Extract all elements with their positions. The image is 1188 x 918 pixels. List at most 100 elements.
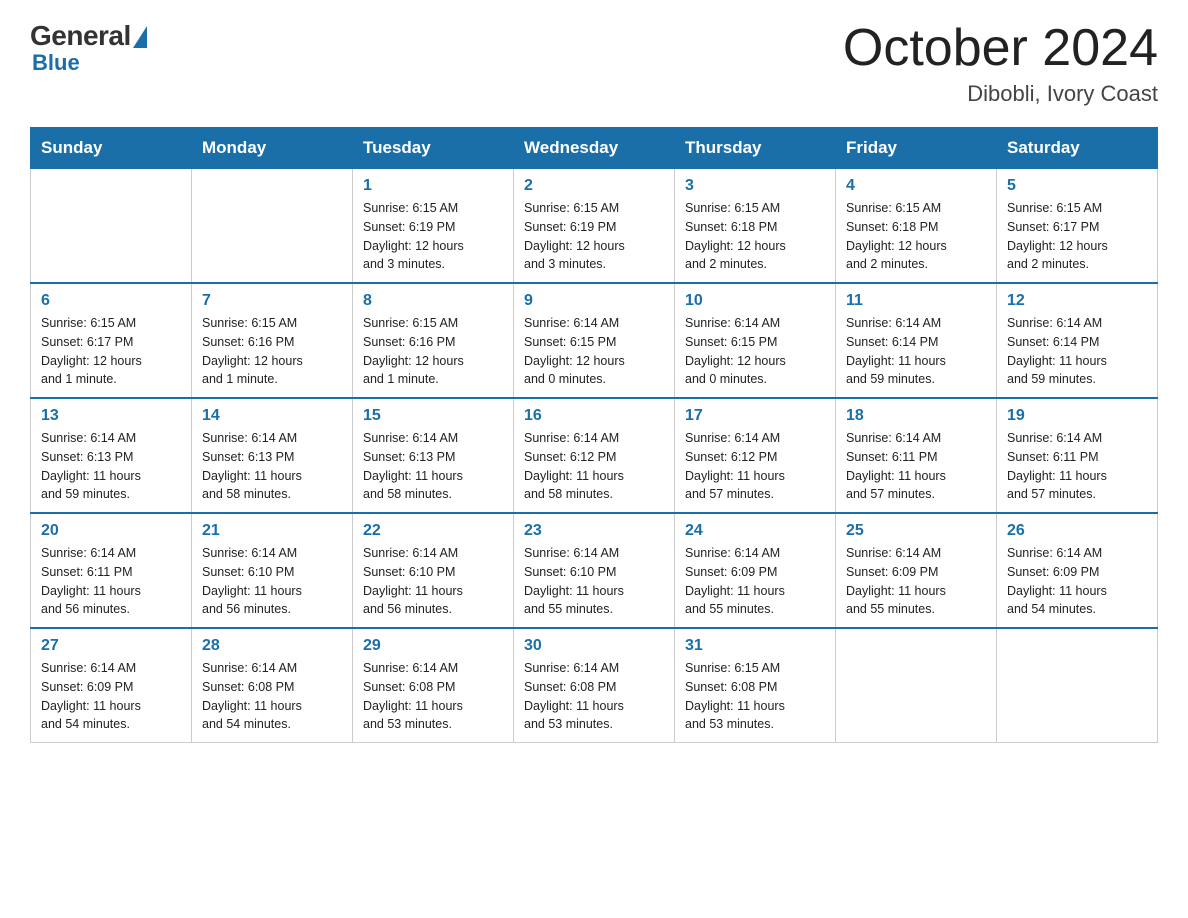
day-number: 30 xyxy=(524,637,664,655)
day-number: 9 xyxy=(524,292,664,310)
calendar-table: SundayMondayTuesdayWednesdayThursdayFrid… xyxy=(30,127,1158,743)
day-info: Sunrise: 6:14 AMSunset: 6:13 PMDaylight:… xyxy=(363,429,503,504)
weekday-header: Sunday xyxy=(31,128,192,169)
calendar-cell: 17 Sunrise: 6:14 AMSunset: 6:12 PMDayligh… xyxy=(675,398,836,513)
calendar-cell: 30 Sunrise: 6:14 AMSunset: 6:08 PMDayligh… xyxy=(514,628,675,743)
day-number: 6 xyxy=(41,292,181,310)
day-number: 17 xyxy=(685,407,825,425)
day-info: Sunrise: 6:14 AMSunset: 6:09 PMDaylight:… xyxy=(41,659,181,734)
day-number: 10 xyxy=(685,292,825,310)
day-number: 11 xyxy=(846,292,986,310)
calendar-cell: 25 Sunrise: 6:14 AMSunset: 6:09 PMDayligh… xyxy=(836,513,997,628)
day-info: Sunrise: 6:14 AMSunset: 6:12 PMDaylight:… xyxy=(524,429,664,504)
calendar-cell: 20Sunrise: 6:14 AMSunset: 6:11 PMDayligh… xyxy=(31,513,192,628)
day-info: Sunrise: 6:15 AMSunset: 6:17 PMDaylight:… xyxy=(41,314,181,389)
weekday-header: Saturday xyxy=(997,128,1158,169)
day-info: Sunrise: 6:15 AMSunset: 6:16 PMDaylight:… xyxy=(202,314,342,389)
calendar-cell: 31 Sunrise: 6:15 AMSunset: 6:08 PMDayligh… xyxy=(675,628,836,743)
day-info: Sunrise: 6:14 AMSunset: 6:09 PMDaylight:… xyxy=(1007,544,1147,619)
day-number: 5 xyxy=(1007,177,1147,195)
calendar-cell xyxy=(192,169,353,284)
day-number: 29 xyxy=(363,637,503,655)
calendar-cell: 16 Sunrise: 6:14 AMSunset: 6:12 PMDayligh… xyxy=(514,398,675,513)
day-number: 24 xyxy=(685,522,825,540)
calendar-cell: 4Sunrise: 6:15 AMSunset: 6:18 PMDaylight… xyxy=(836,169,997,284)
day-info: Sunrise: 6:14 AMSunset: 6:13 PMDaylight:… xyxy=(202,429,342,504)
calendar-cell: 13 Sunrise: 6:14 AMSunset: 6:13 PMDayligh… xyxy=(31,398,192,513)
day-info: Sunrise: 6:14 AMSunset: 6:13 PMDaylight:… xyxy=(41,429,181,504)
day-info: Sunrise: 6:14 AMSunset: 6:14 PMDaylight:… xyxy=(846,314,986,389)
calendar-cell: 6 Sunrise: 6:15 AMSunset: 6:17 PMDaylight… xyxy=(31,283,192,398)
calendar-cell: 26 Sunrise: 6:14 AMSunset: 6:09 PMDayligh… xyxy=(997,513,1158,628)
calendar-cell: 12Sunrise: 6:14 AMSunset: 6:14 PMDayligh… xyxy=(997,283,1158,398)
calendar-cell xyxy=(997,628,1158,743)
title-section: October 2024 Dibobli, Ivory Coast xyxy=(843,20,1158,107)
calendar-week-row: 6 Sunrise: 6:15 AMSunset: 6:17 PMDaylight… xyxy=(31,283,1158,398)
day-number: 4 xyxy=(846,177,986,195)
day-info: Sunrise: 6:14 AMSunset: 6:11 PMDaylight:… xyxy=(1007,429,1147,504)
day-info: Sunrise: 6:14 AMSunset: 6:09 PMDaylight:… xyxy=(685,544,825,619)
calendar-cell: 3 Sunrise: 6:15 AMSunset: 6:18 PMDaylight… xyxy=(675,169,836,284)
day-number: 14 xyxy=(202,407,342,425)
calendar-cell: 8 Sunrise: 6:15 AMSunset: 6:16 PMDaylight… xyxy=(353,283,514,398)
day-number: 22 xyxy=(363,522,503,540)
day-number: 12 xyxy=(1007,292,1147,310)
calendar-cell: 11 Sunrise: 6:14 AMSunset: 6:14 PMDayligh… xyxy=(836,283,997,398)
day-info: Sunrise: 6:14 AMSunset: 6:09 PMDaylight:… xyxy=(846,544,986,619)
day-info: Sunrise: 6:14 AMSunset: 6:08 PMDaylight:… xyxy=(524,659,664,734)
logo: General Blue xyxy=(30,20,147,76)
day-number: 31 xyxy=(685,637,825,655)
day-number: 28 xyxy=(202,637,342,655)
calendar-cell: 21Sunrise: 6:14 AMSunset: 6:10 PMDayligh… xyxy=(192,513,353,628)
logo-blue-text: Blue xyxy=(32,50,80,76)
calendar-cell: 22 Sunrise: 6:14 AMSunset: 6:10 PMDayligh… xyxy=(353,513,514,628)
day-info: Sunrise: 6:14 AMSunset: 6:10 PMDaylight:… xyxy=(363,544,503,619)
day-info: Sunrise: 6:15 AMSunset: 6:16 PMDaylight:… xyxy=(363,314,503,389)
calendar-cell: 2 Sunrise: 6:15 AMSunset: 6:19 PMDaylight… xyxy=(514,169,675,284)
calendar-cell xyxy=(836,628,997,743)
day-info: Sunrise: 6:14 AMSunset: 6:15 PMDaylight:… xyxy=(524,314,664,389)
day-number: 18 xyxy=(846,407,986,425)
calendar-subtitle: Dibobli, Ivory Coast xyxy=(843,81,1158,107)
day-number: 7 xyxy=(202,292,342,310)
day-info: Sunrise: 6:14 AMSunset: 6:12 PMDaylight:… xyxy=(685,429,825,504)
day-number: 16 xyxy=(524,407,664,425)
weekday-header: Thursday xyxy=(675,128,836,169)
calendar-week-row: 13 Sunrise: 6:14 AMSunset: 6:13 PMDayligh… xyxy=(31,398,1158,513)
day-info: Sunrise: 6:15 AMSunset: 6:18 PMDaylight:… xyxy=(685,199,825,274)
calendar-cell: 7 Sunrise: 6:15 AMSunset: 6:16 PMDaylight… xyxy=(192,283,353,398)
calendar-cell: 28 Sunrise: 6:14 AMSunset: 6:08 PMDayligh… xyxy=(192,628,353,743)
calendar-cell: 24 Sunrise: 6:14 AMSunset: 6:09 PMDayligh… xyxy=(675,513,836,628)
day-info: Sunrise: 6:14 AMSunset: 6:08 PMDaylight:… xyxy=(202,659,342,734)
weekday-header: Monday xyxy=(192,128,353,169)
day-info: Sunrise: 6:15 AMSunset: 6:08 PMDaylight:… xyxy=(685,659,825,734)
weekday-header: Wednesday xyxy=(514,128,675,169)
calendar-title: October 2024 xyxy=(843,20,1158,77)
day-info: Sunrise: 6:14 AMSunset: 6:10 PMDaylight:… xyxy=(524,544,664,619)
calendar-cell: 1Sunrise: 6:15 AMSunset: 6:19 PMDaylight… xyxy=(353,169,514,284)
day-number: 25 xyxy=(846,522,986,540)
day-info: Sunrise: 6:14 AMSunset: 6:15 PMDaylight:… xyxy=(685,314,825,389)
day-number: 21 xyxy=(202,522,342,540)
day-number: 2 xyxy=(524,177,664,195)
day-number: 26 xyxy=(1007,522,1147,540)
calendar-week-row: 20Sunrise: 6:14 AMSunset: 6:11 PMDayligh… xyxy=(31,513,1158,628)
day-number: 13 xyxy=(41,407,181,425)
calendar-cell xyxy=(31,169,192,284)
logo-triangle-icon xyxy=(133,26,147,48)
header-row: SundayMondayTuesdayWednesdayThursdayFrid… xyxy=(31,128,1158,169)
day-number: 27 xyxy=(41,637,181,655)
day-info: Sunrise: 6:14 AMSunset: 6:11 PMDaylight:… xyxy=(41,544,181,619)
day-number: 3 xyxy=(685,177,825,195)
calendar-cell: 5Sunrise: 6:15 AMSunset: 6:17 PMDaylight… xyxy=(997,169,1158,284)
weekday-header: Friday xyxy=(836,128,997,169)
calendar-cell: 9 Sunrise: 6:14 AMSunset: 6:15 PMDaylight… xyxy=(514,283,675,398)
day-info: Sunrise: 6:14 AMSunset: 6:08 PMDaylight:… xyxy=(363,659,503,734)
day-number: 8 xyxy=(363,292,503,310)
calendar-cell: 23 Sunrise: 6:14 AMSunset: 6:10 PMDayligh… xyxy=(514,513,675,628)
calendar-week-row: 27 Sunrise: 6:14 AMSunset: 6:09 PMDayligh… xyxy=(31,628,1158,743)
day-number: 23 xyxy=(524,522,664,540)
calendar-cell: 10 Sunrise: 6:14 AMSunset: 6:15 PMDayligh… xyxy=(675,283,836,398)
weekday-header: Tuesday xyxy=(353,128,514,169)
day-info: Sunrise: 6:15 AMSunset: 6:19 PMDaylight:… xyxy=(524,199,664,274)
